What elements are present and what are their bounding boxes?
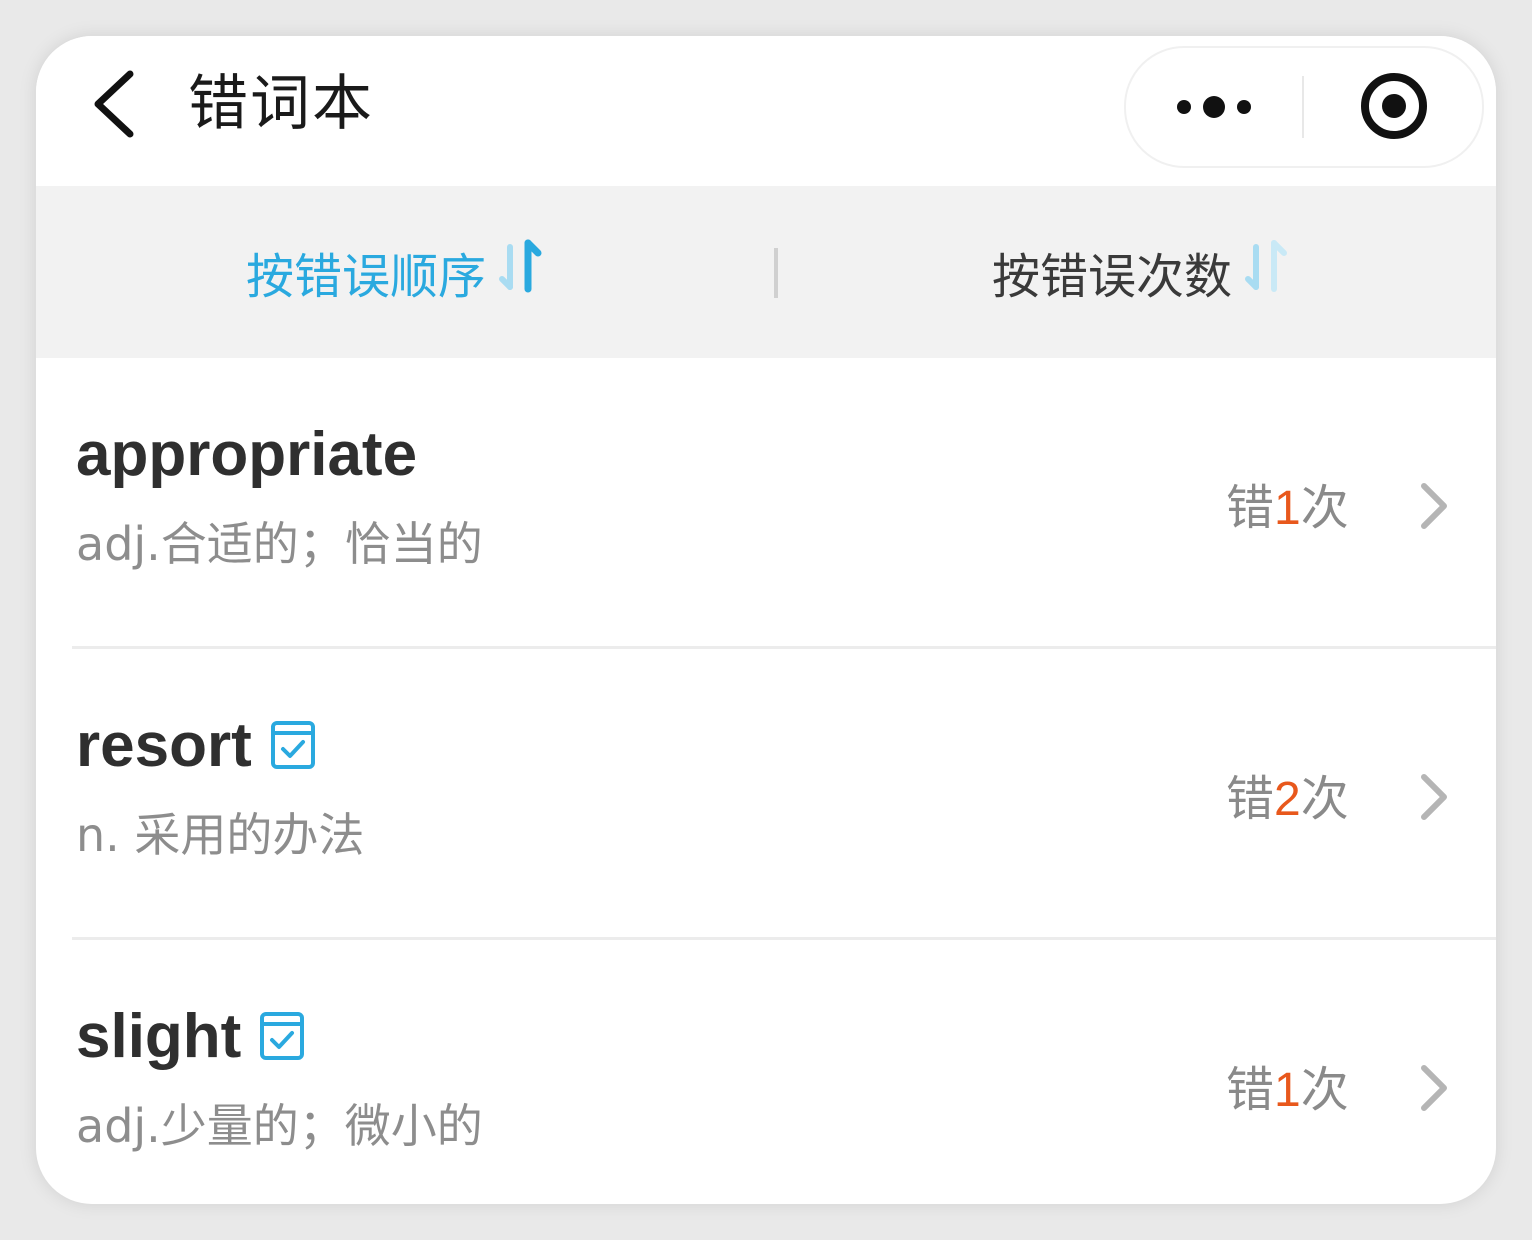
word-line: resort [76, 705, 316, 785]
word-meaning: adj.合适的；恰当的 [76, 517, 483, 571]
wrong-count: 错1次 [1226, 468, 1349, 538]
wrong-count-number: 1 [1274, 482, 1301, 535]
sort-by-order-label: 按错误顺序 [246, 249, 487, 305]
mini-program-capsule [1124, 46, 1484, 168]
sort-arrows-icon [1242, 237, 1292, 307]
wrong-count-number: 2 [1274, 773, 1301, 826]
word-meaning: n. 采用的办法 [76, 808, 365, 862]
sort-by-count-option[interactable]: 按错误次数 [992, 186, 1292, 358]
list-item[interactable]: slight adj.少量的；微小的 错1次 [36, 940, 1496, 1204]
chevron-right-icon [1421, 774, 1447, 820]
list-item[interactable]: resort n. 采用的办法 错2次 [36, 649, 1496, 940]
wrong-prefix: 错 [1226, 771, 1275, 827]
chevron-right-icon [1421, 483, 1447, 529]
wrong-count: 错1次 [1226, 1050, 1349, 1120]
back-button[interactable] [80, 64, 160, 144]
chevron-left-icon [94, 70, 134, 138]
wrong-suffix: 次 [1300, 771, 1349, 827]
more-dots-icon [1177, 96, 1251, 118]
list-item[interactable]: appropriate adj.合适的；恰当的 错1次 [36, 358, 1496, 649]
sort-by-count-label: 按错误次数 [992, 249, 1233, 305]
sort-arrows-icon [496, 237, 546, 307]
word-text: resort [76, 710, 252, 780]
wrong-suffix: 次 [1300, 1062, 1349, 1118]
sort-bar: 按错误顺序 按错误次数 [36, 186, 1496, 358]
chevron-right-icon [1421, 1065, 1447, 1111]
wrong-word-list: appropriate adj.合适的；恰当的 错1次 resort n. 采用… [36, 358, 1496, 1204]
word-text: appropriate [76, 419, 418, 489]
word-line: slight [76, 996, 305, 1076]
word-meaning: adj.少量的；微小的 [76, 1099, 483, 1153]
word-line: appropriate [76, 414, 417, 494]
more-button[interactable] [1126, 48, 1302, 166]
target-circle-icon [1361, 73, 1427, 139]
page-title: 错词本 [188, 69, 374, 139]
wrong-suffix: 次 [1300, 480, 1349, 536]
wrong-count-number: 1 [1274, 1064, 1301, 1117]
app-window: 错词本 按错误顺序 按错误次数 appropriate adj.合适的；恰当的 … [36, 36, 1496, 1204]
navigation-bar: 错词本 [36, 36, 1496, 186]
wrong-count: 错2次 [1226, 759, 1349, 829]
close-button[interactable] [1304, 48, 1480, 166]
checked-calendar-icon[interactable] [259, 1011, 305, 1061]
wrong-prefix: 错 [1226, 1062, 1275, 1118]
sort-divider [774, 248, 778, 298]
word-text: slight [76, 1001, 242, 1071]
wrong-prefix: 错 [1226, 480, 1275, 536]
checked-calendar-icon[interactable] [270, 720, 316, 770]
sort-by-order-option[interactable]: 按错误顺序 [246, 186, 546, 358]
